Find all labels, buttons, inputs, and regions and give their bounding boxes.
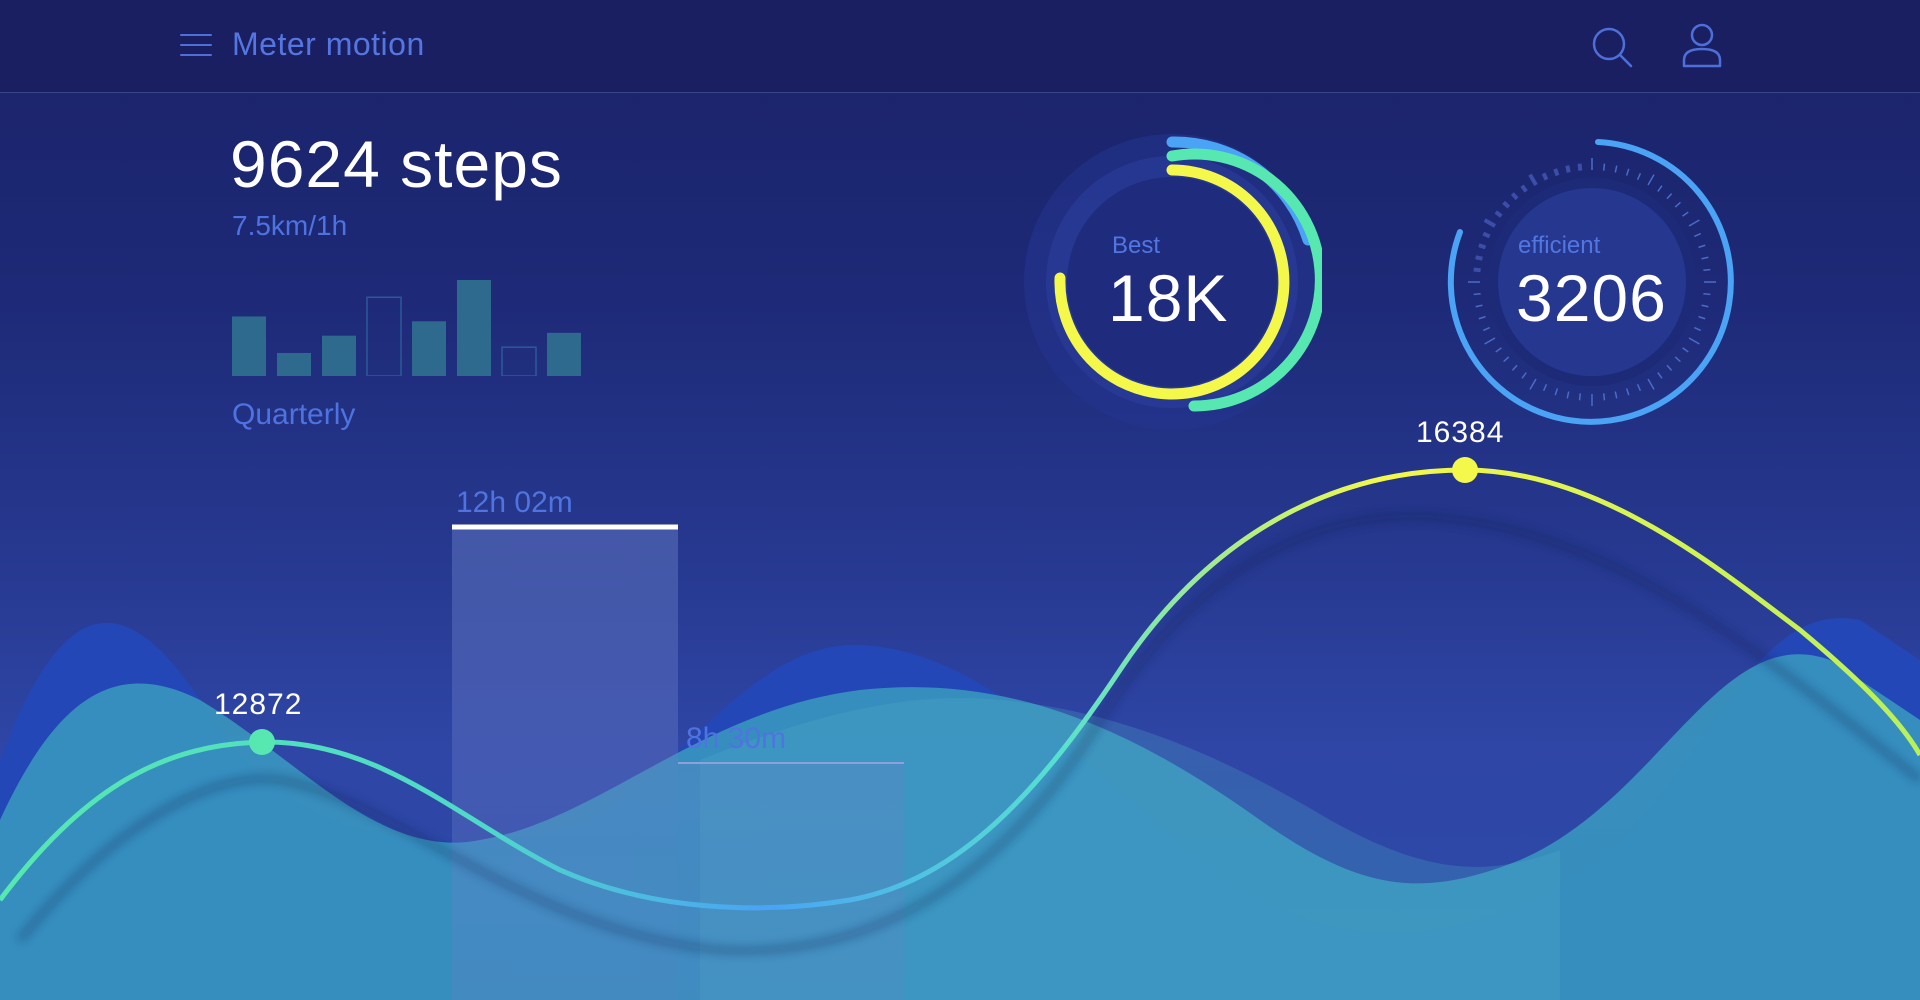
tick-mark (1647, 378, 1655, 390)
tick-mark (1698, 244, 1706, 249)
tick-mark (1473, 292, 1481, 296)
tick-mark (1682, 211, 1689, 217)
tick-mark (1529, 378, 1537, 390)
tick-mark (1478, 243, 1487, 250)
data-point-16384[interactable] (1452, 457, 1478, 483)
tick-mark (1614, 391, 1618, 399)
tick-mark (1521, 372, 1527, 379)
tick-mark (1578, 393, 1582, 401)
tick-mark (1647, 174, 1655, 186)
tick-mark (1602, 163, 1606, 171)
tick-mark (1577, 163, 1583, 171)
tick-mark (1542, 384, 1548, 392)
tick-mark (1565, 165, 1571, 173)
tick-mark (1701, 256, 1709, 260)
tick-mark (1625, 168, 1630, 176)
tick-mark (1657, 372, 1663, 379)
efficient-ring[interactable]: efficient 3206 (1442, 132, 1742, 432)
tick-mark (1657, 185, 1663, 192)
tick-mark (1520, 184, 1528, 193)
tick-mark (1666, 193, 1673, 200)
tick-mark (1475, 304, 1483, 308)
tick-mark (1666, 364, 1673, 371)
efficient-ring-value: 3206 (1516, 261, 1667, 335)
tick-mark (1688, 219, 1700, 227)
tick-mark (1484, 337, 1496, 345)
tick-mark (1502, 200, 1511, 209)
tick-mark (1553, 168, 1560, 177)
tick-mark (1494, 210, 1503, 218)
tick-mark (1625, 388, 1630, 396)
best-ring[interactable]: Best 18K (1022, 132, 1322, 432)
tick-mark (1478, 315, 1486, 320)
tick-mark (1698, 315, 1706, 320)
tick-mark (1482, 326, 1490, 332)
tick-mark (1602, 393, 1606, 401)
tick-mark (1482, 231, 1491, 239)
tick-mark (1701, 304, 1709, 308)
tick-mark (1566, 391, 1570, 399)
tick-mark (1688, 337, 1700, 345)
data-point-12872[interactable] (249, 729, 275, 755)
tick-mark (1636, 172, 1642, 180)
duration-bar-2 (678, 763, 904, 1000)
tick-mark (1614, 165, 1618, 173)
tick-mark (1703, 268, 1711, 272)
data-label-12872: 12872 (214, 688, 303, 721)
duration-label-1: 12h 02m (456, 486, 573, 519)
tick-mark (1636, 384, 1642, 392)
tick-mark (1473, 267, 1481, 273)
tick-mark (1694, 232, 1702, 238)
tick-mark (1682, 347, 1689, 353)
efficient-ring-label: efficient (1518, 232, 1601, 259)
tick-mark (1554, 388, 1559, 396)
tick-mark (1541, 172, 1549, 181)
tick-mark (1674, 356, 1681, 363)
tick-mark (1510, 192, 1519, 201)
duration-bar-1 (452, 527, 678, 1000)
tick-mark (1703, 292, 1711, 296)
tick-mark (1674, 201, 1681, 208)
tick-mark (1483, 218, 1497, 228)
duration-label-2: 8h 30m (686, 722, 787, 755)
tick-mark (1511, 364, 1518, 371)
tick-mark (1495, 347, 1502, 353)
tick-mark (1528, 173, 1538, 187)
tick-mark (1475, 255, 1483, 261)
tick-mark (1503, 356, 1510, 363)
tick-mark (1694, 326, 1702, 332)
best-ring-label: Best (1112, 232, 1161, 259)
best-ring-value: 18K (1108, 261, 1229, 335)
